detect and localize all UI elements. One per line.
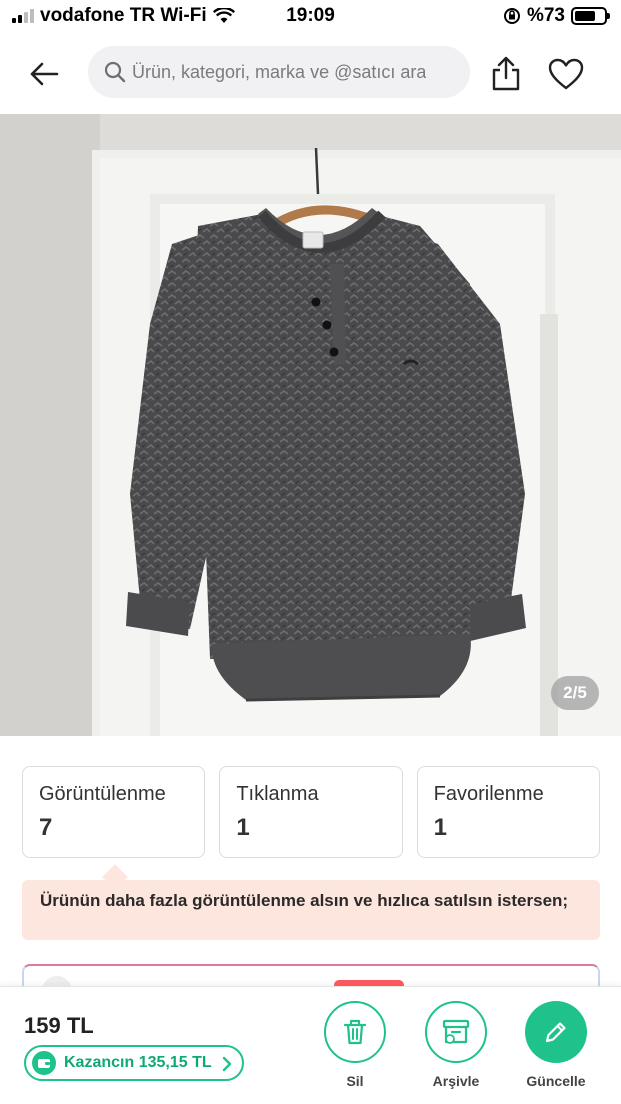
status-bar: vodafone TR Wi-Fi 19:09 %73 — [0, 0, 621, 34]
product-price: 159 TL — [24, 1013, 94, 1038]
share-icon — [492, 56, 520, 91]
delete-button[interactable]: Sil — [315, 1001, 395, 1089]
search-placeholder: Ürün, kategori, marka ve @satıcı ara — [132, 61, 427, 82]
sweater-photo-illustration — [0, 114, 621, 736]
battery-fill — [575, 11, 596, 21]
trash-icon — [343, 1019, 367, 1045]
stat-clicks: Tıklanma 1 — [219, 766, 403, 858]
stats-row: Görüntülenme 7 Tıklanma 1 Favorilenme 1 — [22, 766, 600, 858]
stat-label: Favorilenme — [433, 783, 544, 805]
archive-button-circle[interactable] — [425, 1001, 487, 1063]
promo-message: Ürünün daha fazla görüntülenme alsın ve … — [22, 880, 600, 940]
stat-value: 1 — [236, 814, 250, 841]
bottom-action-bar: 159 TL Kazancın 135,15 TL Sil Arşivle Gü… — [0, 986, 621, 1104]
delete-label: Sil — [346, 1073, 364, 1089]
battery-percent: %73 — [526, 5, 565, 26]
stat-label: Tıklanma — [236, 783, 319, 805]
stat-favorites: Favorilenme 1 — [416, 766, 600, 858]
search-bar[interactable]: Ürün, kategori, marka ve @satıcı ara — [88, 46, 470, 98]
archive-button[interactable]: Arşivle — [416, 1001, 496, 1089]
chevron-right-icon — [222, 1056, 231, 1072]
archive-icon — [442, 1019, 470, 1044]
stat-label: Görüntülenme — [39, 783, 166, 805]
update-label: Güncelle — [526, 1073, 586, 1089]
wallet-icon — [32, 1051, 56, 1075]
pencil-icon — [545, 1022, 566, 1043]
product-image[interactable]: 2/5 — [0, 114, 621, 736]
favorite-button[interactable] — [544, 52, 588, 96]
update-button[interactable]: Güncelle — [516, 1001, 596, 1089]
battery-icon — [571, 7, 610, 25]
delete-button-circle[interactable] — [324, 1001, 386, 1063]
product-detail-screen: vodafone TR Wi-Fi 19:09 %73 Ürün, katego… — [0, 0, 621, 1104]
stat-value: 1 — [433, 814, 448, 841]
update-button-circle[interactable] — [525, 1001, 587, 1063]
earnings-label: Kazancın 135,15 TL — [64, 1054, 212, 1071]
back-arrow-icon — [30, 62, 59, 86]
share-button[interactable] — [486, 52, 526, 96]
stat-value: 7 — [39, 814, 53, 841]
status-right: %73 — [503, 5, 610, 27]
earnings-chip[interactable]: Kazancın 135,15 TL — [24, 1045, 244, 1081]
image-counter: 2/5 — [551, 676, 599, 710]
archive-label: Arşivle — [432, 1073, 480, 1089]
orientation-lock-icon — [503, 8, 520, 24]
search-icon — [104, 61, 126, 83]
stat-views: Görüntülenme 7 — [22, 766, 206, 858]
top-nav: Ürün, kategori, marka ve @satıcı ara — [0, 34, 621, 114]
back-button[interactable] — [22, 54, 66, 94]
heart-icon — [548, 58, 584, 90]
